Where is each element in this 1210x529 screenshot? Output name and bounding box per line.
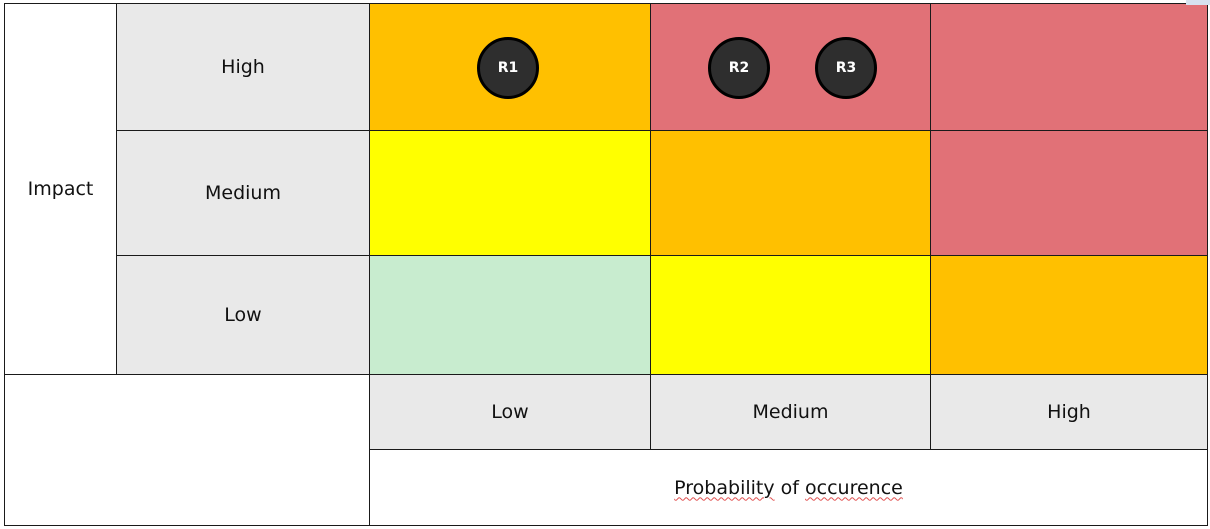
impact-axis-text: Impact: [27, 178, 94, 200]
row-label-text: Medium: [205, 182, 281, 204]
risk-marker-label: R3: [835, 60, 857, 76]
row-label-text: High: [221, 56, 265, 78]
row-label-high: High: [116, 3, 370, 131]
corner-empty-cell: [4, 374, 370, 526]
matrix-cell-medium-high: [930, 130, 1208, 256]
matrix-cell-medium-low: [369, 130, 651, 256]
probability-axis-text: Probability of occurence: [674, 477, 903, 499]
matrix-cell-low-high: [930, 255, 1208, 375]
risk-marker-label: R1: [497, 60, 519, 76]
matrix-cell-low-medium: [650, 255, 931, 375]
risk-marker-r2[interactable]: R2: [708, 37, 770, 99]
row-label-text: Low: [224, 304, 262, 326]
window-edge-decoration: [1186, 0, 1210, 5]
column-label-text: Low: [491, 401, 529, 423]
column-label-text: High: [1047, 401, 1091, 423]
row-label-low: Low: [116, 255, 370, 375]
risk-marker-r1[interactable]: R1: [477, 37, 539, 99]
matrix-cell-high-low: R1: [369, 3, 651, 131]
risk-marker-label: R2: [728, 60, 750, 76]
of-word: of: [780, 476, 799, 499]
column-label-low: Low: [369, 374, 651, 450]
matrix-cell-medium-medium: [650, 130, 931, 256]
matrix-cell-low-low: [369, 255, 651, 375]
matrix-cell-high-medium: R2 R3: [650, 3, 931, 131]
matrix-cell-high-high: [930, 3, 1208, 131]
probability-axis-label: Probability of occurence: [369, 449, 1208, 526]
column-label-high: High: [930, 374, 1208, 450]
probability-word: Probability: [674, 476, 775, 499]
occurence-word: occurence: [805, 476, 903, 499]
column-label-medium: Medium: [650, 374, 931, 450]
column-label-text: Medium: [752, 401, 829, 423]
impact-axis-label: Impact: [4, 3, 117, 375]
row-label-medium: Medium: [116, 130, 370, 256]
risk-marker-r3[interactable]: R3: [815, 37, 877, 99]
